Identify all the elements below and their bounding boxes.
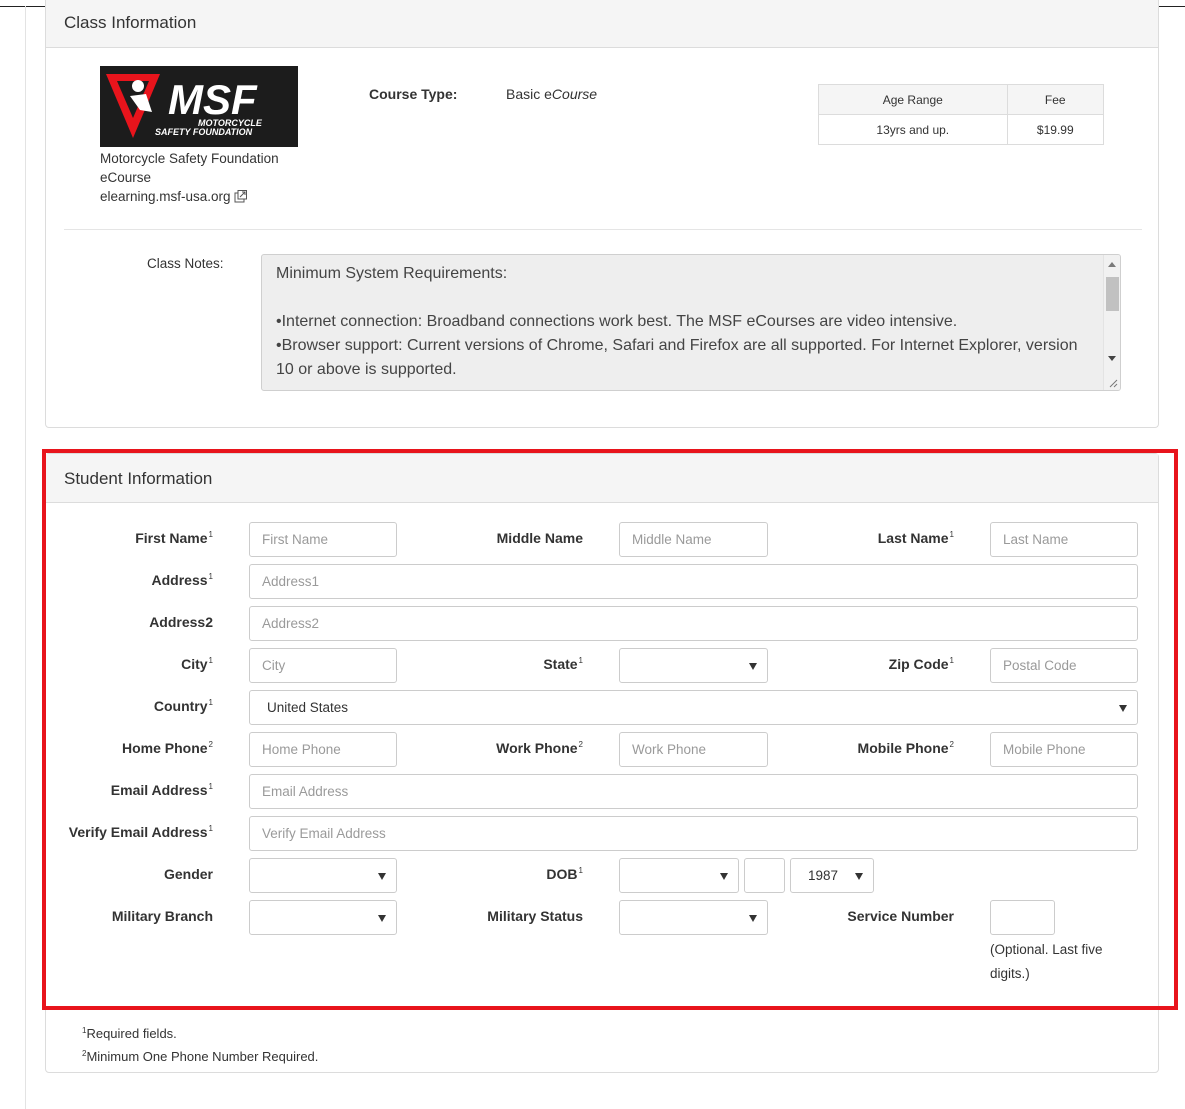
dob-label: DOB1: [546, 866, 583, 882]
email-address-input[interactable]: [249, 774, 1138, 809]
military-status-label: Military Status: [487, 908, 583, 924]
logo-text: MSF: [168, 76, 258, 123]
left-border: [25, 6, 26, 1109]
student-information-title: Student Information: [64, 469, 213, 488]
service-number-label: Service Number: [847, 908, 954, 924]
middle-name-input[interactable]: [619, 522, 768, 557]
footnote-required: 1Required fields.: [82, 1026, 177, 1041]
class-notes-content: Minimum System Requirements: •Internet c…: [276, 265, 1078, 378]
dropdown-arrow-icon: [855, 873, 863, 880]
msf-logo: MSF MOTORCYCLE SAFETY FOUNDATION: [100, 66, 298, 147]
city-input[interactable]: [249, 648, 397, 683]
mobile-phone-label: Mobile Phone2: [857, 740, 954, 756]
provider-course: eCourse: [100, 170, 152, 185]
dob-day-field[interactable]: [744, 858, 785, 893]
home-phone-label: Home Phone2: [121, 740, 213, 756]
table-row: 13yrs and up. $19.99: [818, 114, 1105, 145]
dropdown-arrow-icon: [378, 915, 386, 922]
age-range-header: Age Range: [818, 84, 1008, 115]
provider-name: Motorcycle Safety Foundation: [100, 151, 279, 166]
dropdown-arrow-icon: [720, 873, 728, 880]
scroll-up-icon[interactable]: [1108, 262, 1116, 267]
last-name-label: Last Name1: [877, 530, 954, 546]
dropdown-arrow-icon: [749, 915, 757, 922]
age-range-cell: 13yrs and up.: [818, 114, 1008, 145]
work-phone-input[interactable]: [619, 732, 768, 767]
gender-label: Gender: [163, 866, 213, 882]
fee-header: Fee: [1006, 84, 1105, 115]
fee-table-header-row: Age Range Fee: [818, 84, 1105, 115]
class-information-panel: Class Information MSF MOTORCYCLE SAFETY …: [45, 0, 1159, 428]
class-information-header: Class Information: [46, 0, 1158, 48]
state-select[interactable]: [619, 648, 768, 683]
address2-input[interactable]: [249, 606, 1138, 641]
address1-input[interactable]: [249, 564, 1138, 599]
class-notes-label: Class Notes:: [147, 256, 224, 271]
dob-year-value: 1987: [808, 868, 839, 883]
gender-select[interactable]: [249, 858, 397, 893]
country-value: United States: [267, 700, 349, 715]
course-type-label: Course Type:: [369, 86, 458, 102]
email-address-label: Email Address1: [110, 782, 213, 798]
fee-table: Age Range Fee 13yrs and up. $19.99: [818, 84, 1105, 145]
dob-month-select[interactable]: [619, 858, 739, 893]
scroll-thumb[interactable]: [1106, 277, 1119, 311]
service-number-input[interactable]: [990, 900, 1055, 935]
student-information-header: Student Information: [46, 454, 1158, 503]
mobile-phone-input[interactable]: [990, 732, 1138, 767]
footnote-phone: 2Minimum One Phone Number Required.: [82, 1049, 319, 1064]
city-label: City1: [181, 656, 213, 672]
dob-year-select[interactable]: 1987: [790, 858, 874, 893]
military-status-select[interactable]: [619, 900, 768, 935]
first-name-label: First Name1: [135, 530, 213, 546]
home-phone-input[interactable]: [249, 732, 397, 767]
military-branch-select[interactable]: [249, 900, 397, 935]
class-notes-textarea[interactable]: Minimum System Requirements: •Internet c…: [261, 254, 1121, 391]
fee-cell: $19.99: [1006, 114, 1105, 145]
military-branch-label: Military Branch: [111, 908, 213, 924]
verify-email-address-label: Verify Email Address1: [68, 824, 213, 840]
zip-code-input[interactable]: [990, 648, 1138, 683]
address2-label: Address2: [149, 614, 213, 630]
country-select[interactable]: United States: [249, 690, 1138, 725]
address-label: Address1: [151, 572, 213, 588]
provider-link[interactable]: elearning.msf-usa.org: [100, 189, 231, 204]
state-label: State1: [543, 656, 583, 672]
provider-info: Motorcycle Safety Foundation eCourse ele…: [100, 149, 279, 208]
course-type-value: Basic eCourse: [506, 86, 598, 102]
dropdown-arrow-icon: [749, 663, 757, 670]
dropdown-arrow-icon: [1119, 705, 1127, 712]
work-phone-label: Work Phone2: [496, 740, 583, 756]
dropdown-arrow-icon: [378, 873, 386, 880]
first-name-input[interactable]: [249, 522, 397, 557]
country-label: Country1: [153, 698, 213, 714]
external-link-icon[interactable]: [234, 189, 247, 208]
middle-name-label: Middle Name: [496, 530, 583, 546]
footnotes: 1Required fields. 2Minimum One Phone Num…: [82, 1021, 318, 1067]
logo-subtext-2: SAFETY FOUNDATION: [155, 127, 253, 137]
resize-handle-icon[interactable]: [1109, 379, 1118, 388]
service-number-hint: (Optional. Last five digits.): [990, 942, 1103, 981]
class-information-title: Class Information: [64, 13, 197, 32]
last-name-input[interactable]: [990, 522, 1138, 557]
divider: [64, 229, 1142, 230]
zip-code-label: Zip Code1: [888, 656, 954, 672]
scroll-down-icon[interactable]: [1108, 356, 1116, 361]
verify-email-address-input[interactable]: [249, 816, 1138, 851]
notes-scrollbar[interactable]: [1103, 255, 1120, 390]
